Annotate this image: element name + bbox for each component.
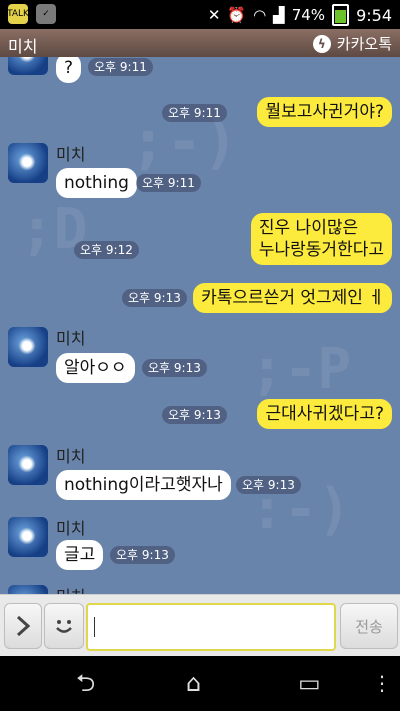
message-time: 오후 9:11 — [136, 174, 201, 192]
mute-icon: ✕ — [207, 6, 221, 24]
decor-emoticon: ;-P — [250, 337, 352, 402]
message-time: 오후 9:11 — [162, 104, 227, 122]
avatar[interactable] — [8, 585, 48, 594]
avatar[interactable] — [8, 143, 48, 183]
clock: 9:54 — [356, 5, 392, 25]
kakaotalk-logo-icon: ϟ — [312, 34, 331, 53]
alarm-icon: ⏰ — [227, 6, 247, 24]
sender-name: 미치 — [56, 447, 86, 466]
sender-name: 미치 — [56, 583, 85, 594]
message-time: 오후 9:13 — [110, 546, 175, 564]
brand-label: 카카오톡 — [336, 35, 392, 53]
message-bubble[interactable]: 근대사귀겠다고? — [257, 399, 392, 429]
back-icon[interactable]: ⮌ — [76, 670, 95, 696]
message-time: 오후 9:13 — [122, 289, 187, 307]
avatar[interactable] — [8, 327, 48, 367]
chat-area[interactable]: ;-) ;D ;-P :-) ? 오후 9:11 뭘보고사귄거야? 오후 9:1… — [0, 57, 400, 594]
message-bubble[interactable]: 알아ㅇㅇ — [56, 353, 135, 383]
message-time: 오후 9:12 — [74, 241, 139, 259]
message-time: 오후 9:13 — [162, 406, 227, 424]
message-bubble[interactable]: nothing이라고햇자나 — [56, 470, 231, 500]
smiley-icon — [56, 620, 72, 633]
signal-icon: ▟ — [273, 6, 285, 24]
text-caret — [94, 617, 95, 637]
chat-header: 미치 ϟ 카카오톡 — [0, 29, 400, 57]
send-button[interactable]: 전송 — [340, 603, 398, 649]
avatar[interactable] — [8, 445, 48, 485]
chat-title: 미치 — [8, 37, 38, 56]
sender-name: 미치 — [56, 145, 86, 164]
bag-icon: ✓ — [36, 4, 56, 24]
status-bar: TALK ✓ ✕ ⏰ ◠ ▟ 74% 9:54 — [0, 0, 400, 29]
emoticon-button[interactable] — [44, 603, 84, 649]
recent-apps-icon[interactable]: ▭ — [298, 670, 321, 696]
expand-button[interactable] — [4, 603, 42, 649]
kakaotalk-brand[interactable]: ϟ 카카오톡 — [312, 33, 392, 54]
sender-name: 미치 — [56, 329, 86, 348]
battery-icon — [332, 4, 350, 26]
battery-percent: 74% — [291, 6, 326, 24]
navigation-bar: ⮌ ⌂ ▭ ⋮ — [0, 656, 400, 711]
message-bubble[interactable]: 글고 — [56, 540, 104, 570]
kakaotalk-notification-icon: TALK — [7, 4, 29, 24]
wifi-icon: ◠ — [253, 6, 267, 24]
message-bubble[interactable]: nothing — [56, 168, 137, 198]
home-icon[interactable]: ⌂ — [186, 670, 201, 696]
avatar[interactable] — [8, 517, 48, 557]
message-bubble[interactable]: 카톡으르쓴거 엇그제인 ㅔ — [193, 283, 392, 313]
message-time: 오후 9:11 — [88, 58, 153, 76]
message-time: 오후 9:13 — [142, 359, 207, 377]
message-bubble[interactable]: 진우 나이많은 누나랑동거한다고 — [250, 213, 392, 265]
message-bubble[interactable]: ? — [56, 57, 82, 83]
message-input-bar: 전송 — [0, 594, 400, 657]
message-time: 오후 9:13 — [236, 476, 301, 494]
sender-name: 미치 — [56, 519, 86, 538]
menu-icon[interactable]: ⋮ — [372, 670, 392, 696]
message-input[interactable] — [86, 603, 336, 651]
message-bubble[interactable]: 뭘보고사귄거야? — [257, 97, 392, 127]
chevron-right-icon — [16, 615, 30, 637]
avatar[interactable] — [8, 57, 48, 75]
